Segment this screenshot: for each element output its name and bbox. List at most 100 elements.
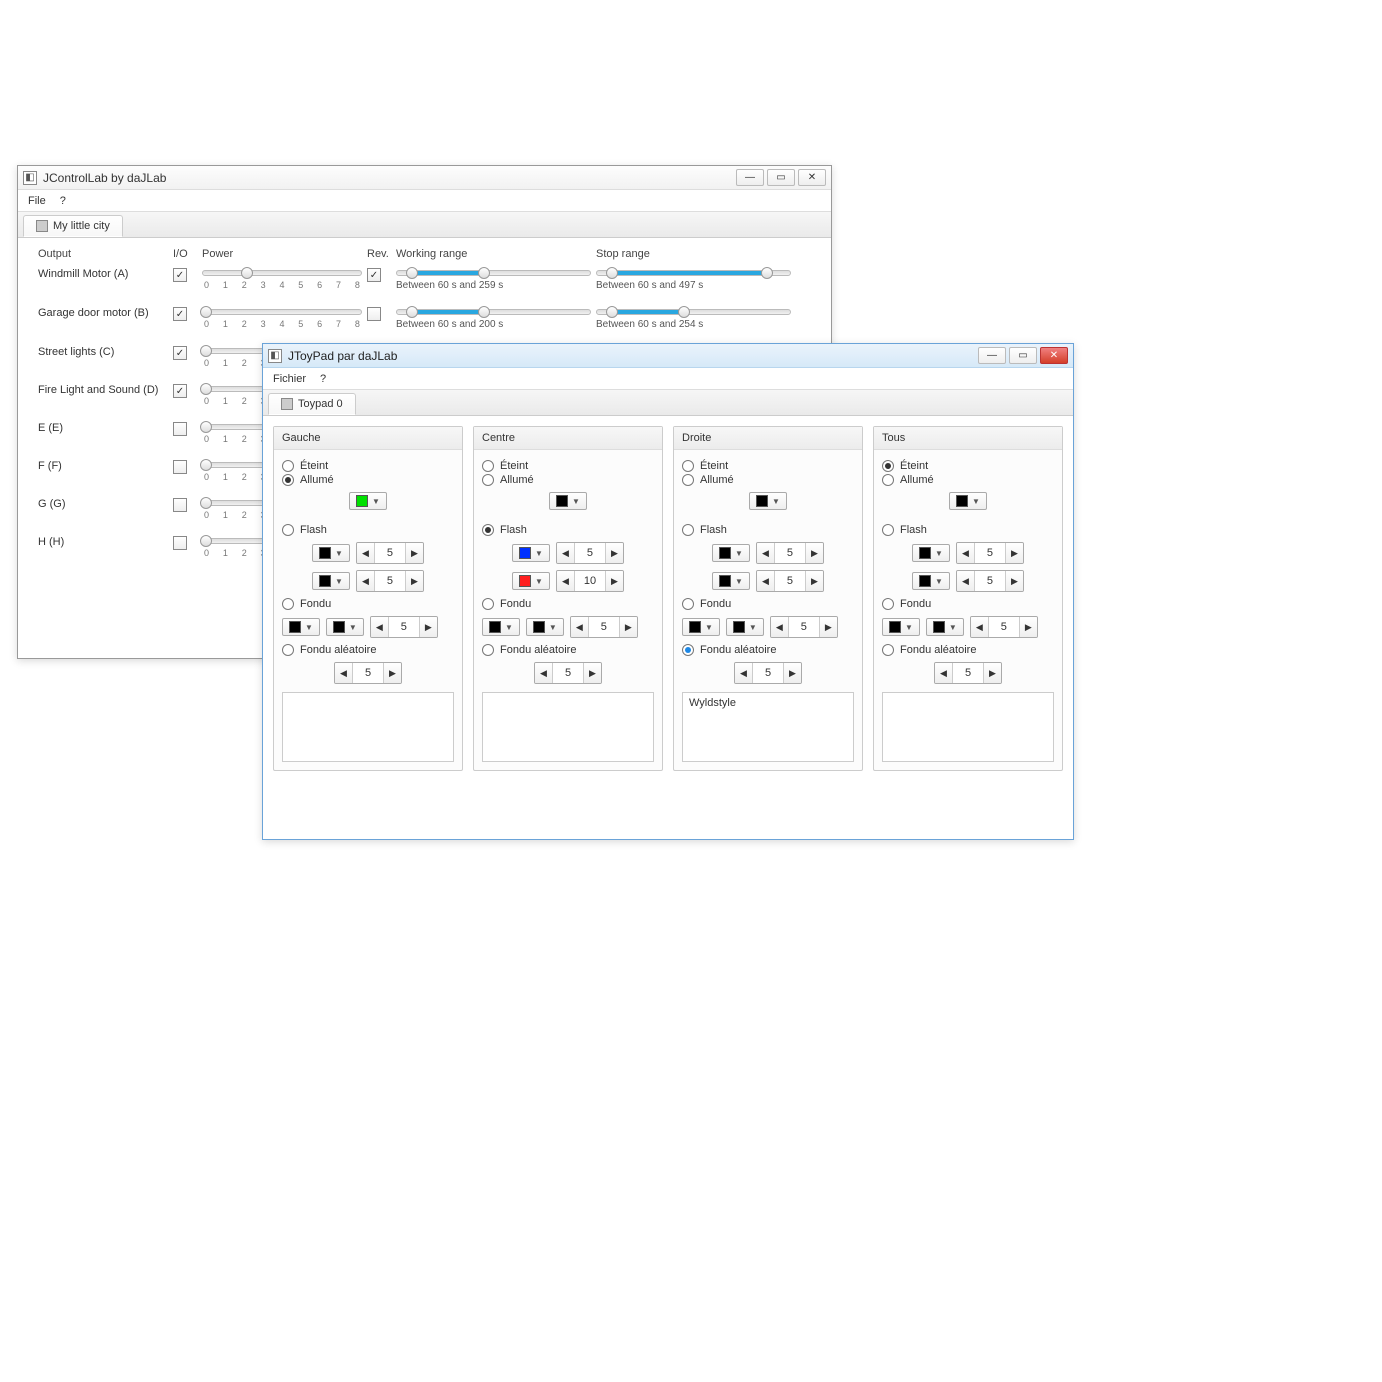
working-range[interactable]: Between 60 s and 200 s: [396, 305, 591, 330]
flash-value1-spinner[interactable]: ◀5▶: [356, 542, 424, 564]
allume-color-button[interactable]: ▼: [349, 492, 387, 510]
radio-allume[interactable]: [282, 474, 294, 486]
fondu-color2-button[interactable]: ▼: [726, 618, 764, 636]
radio-fondu-aleatoire[interactable]: [682, 644, 694, 656]
allume-color-button[interactable]: ▼: [749, 492, 787, 510]
menu-fichier[interactable]: Fichier: [273, 373, 306, 385]
rev-checkbox[interactable]: [367, 307, 381, 321]
fondu-value-spinner[interactable]: ◀5▶: [570, 616, 638, 638]
spin-inc-button[interactable]: ▶: [1005, 571, 1023, 591]
menu-file[interactable]: File: [28, 195, 46, 207]
flash-value1-spinner[interactable]: ◀5▶: [756, 542, 824, 564]
spin-inc-button[interactable]: ▶: [383, 663, 401, 683]
spin-inc-button[interactable]: ▶: [405, 571, 423, 591]
spin-dec-button[interactable]: ◀: [557, 543, 575, 563]
spin-inc-button[interactable]: ▶: [983, 663, 1001, 683]
fondu-color1-button[interactable]: ▼: [282, 618, 320, 636]
fondu-color2-button[interactable]: ▼: [526, 618, 564, 636]
flash-color1-button[interactable]: ▼: [312, 544, 350, 562]
spin-dec-button[interactable]: ◀: [971, 617, 989, 637]
tag-textbox[interactable]: [882, 692, 1054, 762]
flash-value2-spinner[interactable]: ◀5▶: [356, 570, 424, 592]
fondu-color2-button[interactable]: ▼: [926, 618, 964, 636]
close-button[interactable]: ✕: [1040, 347, 1068, 364]
radio-eteint[interactable]: [282, 460, 294, 472]
spin-inc-button[interactable]: ▶: [805, 543, 823, 563]
radio-fondu[interactable]: [482, 598, 494, 610]
titlebar-jtoypad[interactable]: JToyPad par daJLab — ▭ ✕: [263, 344, 1073, 368]
radio-flash[interactable]: [482, 524, 494, 536]
rev-checkbox[interactable]: [367, 268, 381, 282]
radio-fondu-aleatoire[interactable]: [882, 644, 894, 656]
spin-inc-button[interactable]: ▶: [619, 617, 637, 637]
fondu-color1-button[interactable]: ▼: [482, 618, 520, 636]
maximize-button[interactable]: ▭: [1009, 347, 1037, 364]
power-slider[interactable]: 012345678: [202, 266, 362, 290]
io-checkbox[interactable]: [173, 422, 187, 436]
spin-dec-button[interactable]: ◀: [571, 617, 589, 637]
spin-dec-button[interactable]: ◀: [557, 571, 575, 591]
flash-value2-spinner[interactable]: ◀5▶: [756, 570, 824, 592]
radio-fondu-aleatoire[interactable]: [282, 644, 294, 656]
flash-color1-button[interactable]: ▼: [912, 544, 950, 562]
radio-eteint[interactable]: [882, 460, 894, 472]
radio-allume[interactable]: [482, 474, 494, 486]
radio-eteint[interactable]: [682, 460, 694, 472]
radio-fondu-aleatoire[interactable]: [482, 644, 494, 656]
flash-color2-button[interactable]: ▼: [712, 572, 750, 590]
flash-value1-spinner[interactable]: ◀5▶: [556, 542, 624, 564]
spin-inc-button[interactable]: ▶: [583, 663, 601, 683]
fondu-color1-button[interactable]: ▼: [682, 618, 720, 636]
io-checkbox[interactable]: [173, 268, 187, 282]
random-value-spinner[interactable]: ◀5▶: [534, 662, 602, 684]
radio-flash[interactable]: [882, 524, 894, 536]
radio-fondu[interactable]: [282, 598, 294, 610]
fondu-color2-button[interactable]: ▼: [326, 618, 364, 636]
spin-inc-button[interactable]: ▶: [605, 571, 623, 591]
flash-value2-spinner[interactable]: ◀5▶: [956, 570, 1024, 592]
stop-range[interactable]: Between 60 s and 497 s: [596, 266, 791, 291]
random-value-spinner[interactable]: ◀5▶: [934, 662, 1002, 684]
io-checkbox[interactable]: [173, 498, 187, 512]
spin-inc-button[interactable]: ▶: [419, 617, 437, 637]
tag-textbox[interactable]: Wyldstyle: [682, 692, 854, 762]
flash-color1-button[interactable]: ▼: [512, 544, 550, 562]
radio-flash[interactable]: [282, 524, 294, 536]
spin-dec-button[interactable]: ◀: [935, 663, 953, 683]
titlebar-jcontrollab[interactable]: JControlLab by daJLab — ▭ ✕: [18, 166, 831, 190]
spin-dec-button[interactable]: ◀: [535, 663, 553, 683]
menu-help[interactable]: ?: [320, 373, 326, 385]
spin-inc-button[interactable]: ▶: [1019, 617, 1037, 637]
io-checkbox[interactable]: [173, 307, 187, 321]
io-checkbox[interactable]: [173, 384, 187, 398]
tag-textbox[interactable]: [282, 692, 454, 762]
allume-color-button[interactable]: ▼: [549, 492, 587, 510]
spin-dec-button[interactable]: ◀: [735, 663, 753, 683]
spin-dec-button[interactable]: ◀: [771, 617, 789, 637]
spin-dec-button[interactable]: ◀: [357, 543, 375, 563]
spin-inc-button[interactable]: ▶: [819, 617, 837, 637]
minimize-button[interactable]: —: [736, 169, 764, 186]
flash-color2-button[interactable]: ▼: [512, 572, 550, 590]
close-button[interactable]: ✕: [798, 169, 826, 186]
spin-dec-button[interactable]: ◀: [957, 543, 975, 563]
radio-allume[interactable]: [682, 474, 694, 486]
io-checkbox[interactable]: [173, 536, 187, 550]
minimize-button[interactable]: —: [978, 347, 1006, 364]
spin-dec-button[interactable]: ◀: [371, 617, 389, 637]
spin-dec-button[interactable]: ◀: [957, 571, 975, 591]
power-slider[interactable]: 012345678: [202, 305, 362, 329]
radio-eteint[interactable]: [482, 460, 494, 472]
menu-help[interactable]: ?: [60, 195, 66, 207]
spin-dec-button[interactable]: ◀: [335, 663, 353, 683]
tag-textbox[interactable]: [482, 692, 654, 762]
random-value-spinner[interactable]: ◀5▶: [334, 662, 402, 684]
flash-color2-button[interactable]: ▼: [312, 572, 350, 590]
flash-value1-spinner[interactable]: ◀5▶: [956, 542, 1024, 564]
radio-flash[interactable]: [682, 524, 694, 536]
spin-dec-button[interactable]: ◀: [757, 571, 775, 591]
working-range[interactable]: Between 60 s and 259 s: [396, 266, 591, 291]
allume-color-button[interactable]: ▼: [949, 492, 987, 510]
flash-color2-button[interactable]: ▼: [912, 572, 950, 590]
tab-toypad-0[interactable]: Toypad 0: [268, 393, 356, 415]
